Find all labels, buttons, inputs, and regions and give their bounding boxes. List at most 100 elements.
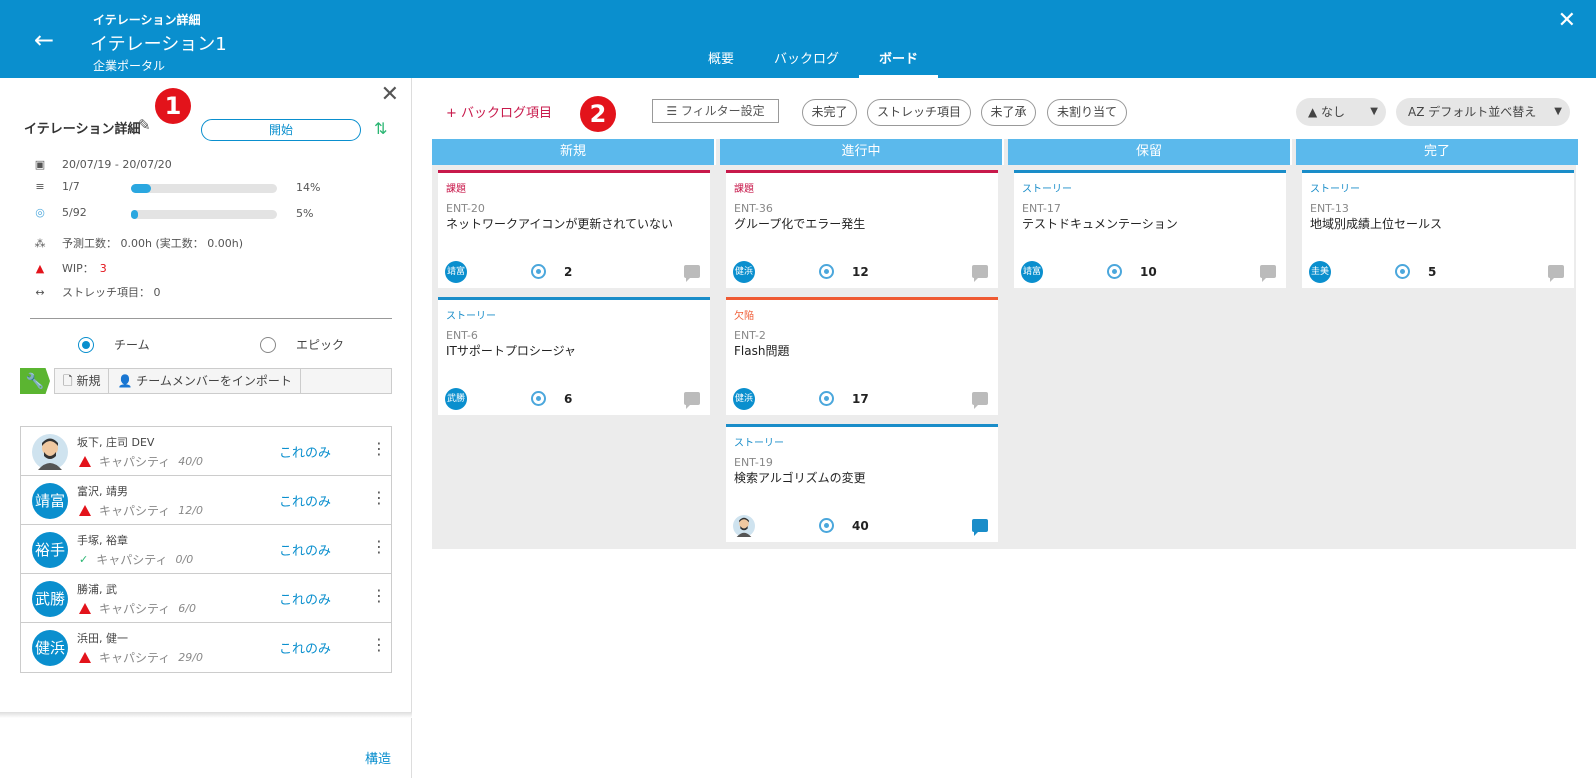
member-name: 富沢, 靖男 — [77, 485, 128, 498]
target-icon — [819, 518, 834, 533]
filter-pill-unassigned[interactable]: 未割り当て — [1047, 99, 1127, 126]
comment-icon[interactable] — [684, 392, 700, 409]
back-arrow-icon[interactable]: ← — [30, 26, 58, 54]
only-this-link[interactable]: これのみ — [279, 589, 331, 608]
card-id: ENT-2 — [734, 329, 766, 342]
group-by-dropdown[interactable]: ▲ なし ▼ — [1296, 98, 1386, 126]
board-card[interactable]: ストーリー ENT-19 検索アルゴリズムの変更 40 — [726, 424, 998, 542]
tab-backlog[interactable]: バックログ — [754, 44, 859, 78]
filter-settings-button[interactable]: ☰ フィルター設定 — [652, 99, 779, 123]
filter-pill-stretch[interactable]: ストレッチ項目 — [867, 99, 971, 126]
member-capacity: キャパシティ 12/0 — [79, 502, 203, 519]
member-name: 坂下, 庄司 DEV — [77, 436, 155, 449]
owner-avatar: 圭美 — [1309, 261, 1331, 283]
board-card[interactable]: 課題 ENT-36 グループ化でエラー発生 健浜 12 — [726, 170, 998, 288]
only-this-link[interactable]: これのみ — [279, 491, 331, 510]
radio-epic-dot[interactable] — [260, 336, 276, 353]
board-card[interactable]: ストーリー ENT-13 地域別成績上位セールス 圭美 5 — [1302, 170, 1574, 288]
board-column: 新規 課題 ENT-20 ネットワークアイコンが更新されていない 靖富 2 ストーリー ENT… — [432, 139, 716, 549]
comment-icon[interactable] — [1548, 265, 1564, 282]
card-title: 検索アルゴリズムの変更 — [734, 471, 866, 485]
close-icon[interactable]: ✕ — [1558, 8, 1576, 33]
card-title: テストドキュメンテーション — [1022, 217, 1178, 231]
avatar: 武勝 — [32, 581, 68, 617]
radio-team-dot[interactable] — [78, 336, 94, 353]
more-options-icon[interactable]: ⋮ — [371, 586, 387, 605]
card-title: ネットワークアイコンが更新されていない — [446, 217, 674, 231]
comment-icon[interactable] — [684, 265, 700, 282]
chevron-down-icon: ▼ — [1370, 106, 1378, 117]
card-title: グループ化でエラー発生 — [734, 217, 866, 231]
progress-items-label: 1/7 — [62, 180, 80, 193]
wip-value: 3 — [99, 261, 107, 275]
structure-link[interactable]: 構造 — [365, 748, 391, 767]
toolbar-buttons: 🗋 新規 👤 チームメンバーをインポート — [54, 368, 392, 394]
member-name: 手塚, 裕章 — [77, 534, 128, 547]
new-member-button[interactable]: 🗋 新規 — [55, 369, 110, 393]
progress-items-row: ≡ 1/7 — [30, 180, 80, 193]
target-icon — [1395, 264, 1410, 279]
swap-icon[interactable]: ⇅ — [374, 119, 387, 138]
progress-points-label: 5/92 — [62, 206, 87, 219]
header-subtitle: イテレーション詳細 — [93, 13, 201, 27]
owner-avatar: 靖富 — [1021, 261, 1043, 283]
owner-avatar: 武勝 — [445, 388, 467, 410]
import-members-button[interactable]: 👤 チームメンバーをインポート — [109, 369, 301, 393]
list-icon: ≡ — [35, 180, 45, 193]
owner-avatar: 健浜 — [733, 261, 755, 283]
shapes-icon: ▲ — [1308, 105, 1322, 119]
calendar-icon: ▣ — [34, 158, 46, 171]
only-this-link[interactable]: これのみ — [279, 540, 331, 559]
only-this-link[interactable]: これのみ — [279, 442, 331, 461]
comment-icon[interactable] — [1260, 265, 1276, 282]
member-capacity: キャパシティ 29/0 — [79, 649, 203, 666]
board-card[interactable]: ストーリー ENT-17 テストドキュメンテーション 靖富 10 — [1014, 170, 1286, 288]
filter-pill-incomplete[interactable]: 未完了 — [802, 99, 857, 126]
estimate-row: ⁂ 予測工数： 0.00h (実工数： 0.00h) — [30, 235, 244, 251]
capacity-label: キャパシティ — [99, 651, 171, 665]
target-icon — [1107, 264, 1122, 279]
only-this-link[interactable]: これのみ — [279, 638, 331, 657]
start-button[interactable]: 開始 — [201, 119, 361, 141]
board-card[interactable]: 課題 ENT-20 ネットワークアイコンが更新されていない 靖富 2 — [438, 170, 710, 288]
card-type: ストーリー — [1022, 184, 1072, 195]
sort-az-icon: AZ — [1408, 105, 1429, 119]
avatar: 靖富 — [32, 483, 68, 519]
card-id: ENT-36 — [734, 202, 773, 215]
progress-points-row: ◎ 5/92 — [30, 206, 87, 219]
add-backlog-item-button[interactable]: + バックログ項目 — [446, 102, 552, 121]
more-options-icon[interactable]: ⋮ — [371, 439, 387, 458]
header-project: 企業ポータル — [93, 59, 166, 73]
comment-icon[interactable] — [972, 392, 988, 409]
radio-epic-label: エピック — [296, 338, 345, 352]
card-id: ENT-17 — [1022, 202, 1061, 215]
board-card[interactable]: ストーリー ENT-6 ITサポートプロシージャ 武勝 6 — [438, 297, 710, 415]
card-points: 6 — [564, 392, 573, 406]
tab-overview[interactable]: 概要 — [688, 44, 754, 78]
progress-fill-items — [131, 184, 152, 193]
new-member-label: 新規 — [76, 374, 101, 388]
board-card[interactable]: 欠陥 ENT-2 Flash問題 健浜 17 — [726, 297, 998, 415]
avatar: 健浜 — [32, 630, 68, 666]
capacity-value: 40/0 — [178, 455, 203, 468]
more-options-icon[interactable]: ⋮ — [371, 635, 387, 654]
radio-team[interactable]: チーム — [78, 336, 150, 353]
column-header: 新規 — [432, 139, 716, 165]
stretch-icon: ↔ — [35, 285, 45, 299]
more-options-icon[interactable]: ⋮ — [371, 488, 387, 507]
comment-icon[interactable] — [972, 265, 988, 282]
tab-board[interactable]: ボード — [859, 44, 939, 78]
radio-epic[interactable]: エピック — [260, 336, 344, 353]
more-options-icon[interactable]: ⋮ — [371, 537, 387, 556]
panel-close-icon[interactable]: ✕ — [381, 82, 399, 107]
comment-icon[interactable] — [972, 519, 988, 536]
card-points: 40 — [852, 519, 869, 533]
filter-pill-unaccepted[interactable]: 未了承 — [981, 99, 1036, 126]
sort-dropdown[interactable]: AZ デフォルト並べ替え ▼ — [1396, 98, 1570, 126]
edit-pencil-icon[interactable]: ✎ — [138, 116, 151, 134]
card-type: ストーリー — [1310, 184, 1360, 195]
target-icon — [819, 264, 834, 279]
wrench-icon[interactable]: 🔧 — [20, 368, 50, 394]
card-type: ストーリー — [734, 438, 784, 449]
board-column: 完了 ストーリー ENT-13 地域別成績上位セールス 圭美 5 — [1296, 139, 1580, 549]
